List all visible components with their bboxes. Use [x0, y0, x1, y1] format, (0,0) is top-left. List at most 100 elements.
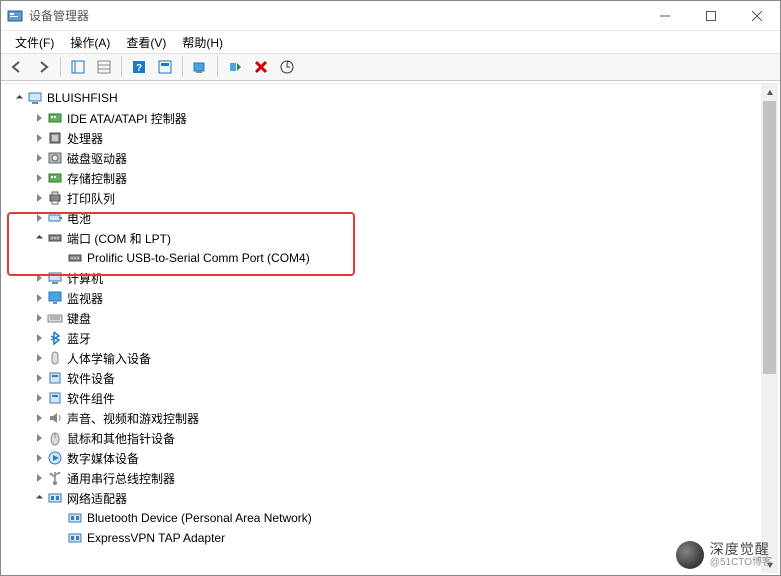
expand-collapse-toggle[interactable]	[31, 170, 47, 186]
tree-item[interactable]: 磁盘驱动器	[3, 148, 778, 168]
expand-collapse-toggle[interactable]	[31, 210, 47, 226]
scroll-track[interactable]	[761, 101, 778, 556]
expand-collapse-toggle	[51, 510, 67, 526]
uninstall-device-button[interactable]	[249, 55, 273, 79]
expand-collapse-toggle[interactable]	[31, 130, 47, 146]
menubar: 文件(F) 操作(A) 查看(V) 帮助(H)	[1, 31, 780, 53]
tree-item[interactable]: ExpressVPN TAP Adapter	[3, 528, 778, 548]
expand-collapse-toggle[interactable]	[31, 370, 47, 386]
update-driver-button[interactable]	[275, 55, 299, 79]
vertical-scrollbar[interactable]	[761, 84, 778, 573]
help-button[interactable]: ?	[127, 55, 151, 79]
mouse-icon	[47, 430, 63, 446]
tree-item[interactable]: 通用串行总线控制器	[3, 468, 778, 488]
tree-item-label: Prolific USB-to-Serial Comm Port (COM4)	[87, 251, 310, 265]
keyboard-icon	[47, 310, 63, 326]
expand-collapse-toggle[interactable]	[31, 430, 47, 446]
scroll-thumb[interactable]	[763, 101, 776, 374]
toolbar-separator	[121, 57, 122, 77]
watermark-logo-icon	[676, 541, 704, 569]
tree-item[interactable]: 监视器	[3, 288, 778, 308]
expand-collapse-toggle[interactable]	[31, 230, 47, 246]
expand-collapse-toggle	[51, 250, 67, 266]
device-tree[interactable]: BLUISHFISH IDE ATA/ATAPI 控制器处理器磁盘驱动器存储控制器…	[3, 84, 778, 548]
tree-item[interactable]: 人体学输入设备	[3, 348, 778, 368]
close-button[interactable]	[734, 1, 780, 31]
tree-item[interactable]: Bluetooth Device (Personal Area Network)	[3, 508, 778, 528]
watermark: 深度觉醒 @51CTO博客	[676, 541, 772, 569]
expand-collapse-toggle[interactable]	[31, 310, 47, 326]
menu-action[interactable]: 操作(A)	[62, 32, 118, 53]
tree-item[interactable]: IDE ATA/ATAPI 控制器	[3, 108, 778, 128]
details-button[interactable]	[92, 55, 116, 79]
tree-item-label: 磁盘驱动器	[67, 150, 127, 167]
tree-item-label: 电池	[67, 210, 91, 227]
menu-file[interactable]: 文件(F)	[7, 32, 62, 53]
expand-collapse-toggle[interactable]	[31, 190, 47, 206]
titlebar: 设备管理器	[1, 1, 780, 31]
menu-help[interactable]: 帮助(H)	[174, 32, 231, 53]
back-button[interactable]	[5, 55, 29, 79]
network-icon	[47, 490, 63, 506]
expand-collapse-toggle[interactable]	[31, 290, 47, 306]
tree-item[interactable]: 网络适配器	[3, 488, 778, 508]
expand-collapse-toggle[interactable]	[31, 450, 47, 466]
tree-item-label: 存储控制器	[67, 170, 127, 187]
expand-collapse-toggle[interactable]	[31, 350, 47, 366]
show-hide-tree-button[interactable]	[66, 55, 90, 79]
toolbar-separator	[60, 57, 61, 77]
tree-item[interactable]: 软件组件	[3, 388, 778, 408]
tree-item[interactable]: 存储控制器	[3, 168, 778, 188]
tree-item-label: BLUISHFISH	[47, 91, 118, 105]
window-title: 设备管理器	[29, 7, 89, 24]
expand-collapse-toggle[interactable]	[31, 330, 47, 346]
tree-item[interactable]: 声音、视频和游戏控制器	[3, 408, 778, 428]
monitor-icon	[47, 290, 63, 306]
scan-hardware-button[interactable]	[188, 55, 212, 79]
tree-item-label: Bluetooth Device (Personal Area Network)	[87, 511, 312, 525]
maximize-button[interactable]	[688, 1, 734, 31]
port-icon	[47, 230, 63, 246]
tree-item[interactable]: 打印队列	[3, 188, 778, 208]
expand-collapse-toggle[interactable]	[31, 110, 47, 126]
software-icon	[47, 370, 63, 386]
expand-collapse-toggle[interactable]	[31, 490, 47, 506]
tree-item[interactable]: 端口 (COM 和 LPT)	[3, 228, 778, 248]
tree-item[interactable]: BLUISHFISH	[3, 88, 778, 108]
cpu-icon	[47, 130, 63, 146]
tree-item-label: 打印队列	[67, 190, 115, 207]
enable-device-button[interactable]	[223, 55, 247, 79]
tree-item[interactable]: 计算机	[3, 268, 778, 288]
software-icon	[47, 390, 63, 406]
network-icon	[67, 510, 83, 526]
expand-collapse-toggle[interactable]	[31, 470, 47, 486]
expand-collapse-toggle[interactable]	[31, 410, 47, 426]
expand-collapse-toggle[interactable]	[31, 270, 47, 286]
tree-item[interactable]: 软件设备	[3, 368, 778, 388]
toolbar: ?	[1, 53, 780, 81]
tree-item[interactable]: 键盘	[3, 308, 778, 328]
disk-icon	[47, 150, 63, 166]
tree-item-label: 通用串行总线控制器	[67, 470, 175, 487]
tree-item[interactable]: Prolific USB-to-Serial Comm Port (COM4)	[3, 248, 778, 268]
svg-text:?: ?	[136, 63, 142, 74]
network-icon	[67, 530, 83, 546]
menu-view[interactable]: 查看(V)	[118, 32, 174, 53]
tree-item[interactable]: 数字媒体设备	[3, 448, 778, 468]
tree-item[interactable]: 鼠标和其他指针设备	[3, 428, 778, 448]
expand-collapse-toggle[interactable]	[11, 90, 27, 106]
tree-item[interactable]: 蓝牙	[3, 328, 778, 348]
properties-button[interactable]	[153, 55, 177, 79]
forward-button[interactable]	[31, 55, 55, 79]
tree-item[interactable]: 电池	[3, 208, 778, 228]
expand-collapse-toggle[interactable]	[31, 150, 47, 166]
toolbar-separator	[182, 57, 183, 77]
tree-item-label: 蓝牙	[67, 330, 91, 347]
bluetooth-icon	[47, 330, 63, 346]
scroll-up-button[interactable]	[761, 84, 778, 101]
tree-item-label: ExpressVPN TAP Adapter	[87, 531, 225, 545]
watermark-line1: 深度觉醒	[710, 542, 772, 557]
tree-item[interactable]: 处理器	[3, 128, 778, 148]
expand-collapse-toggle[interactable]	[31, 390, 47, 406]
minimize-button[interactable]	[642, 1, 688, 31]
